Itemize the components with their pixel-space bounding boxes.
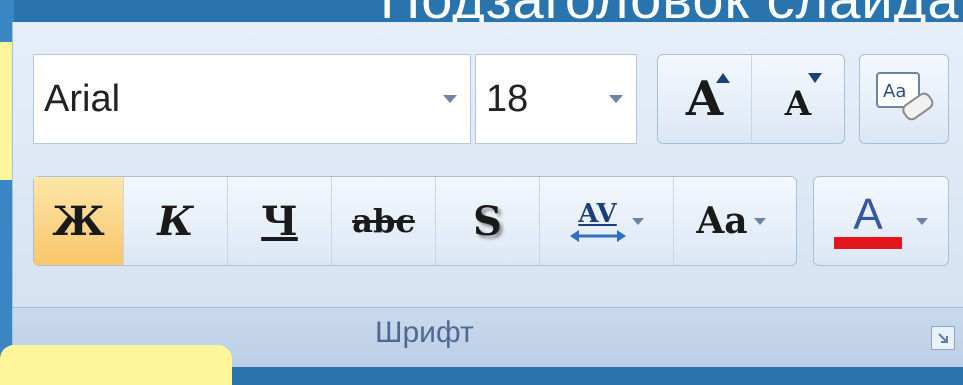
clear-format-group: Aa [859, 54, 949, 144]
font-name-value: Arial [44, 77, 121, 120]
spacing-glyph: AV [578, 199, 617, 229]
font-color-swatch [834, 237, 902, 249]
case-glyph: Aa [696, 200, 748, 242]
text-style-group: Ж К Ч abc S AV Aa [33, 176, 797, 266]
shrink-font-glyph: A [784, 84, 812, 124]
shadow-glyph: S [473, 197, 502, 245]
font-ribbon-group: Arial 18 A A Aa Ж К Ч abc S AV Aa A Шриф… [12, 22, 963, 367]
bold-glyph: Ж [52, 197, 105, 245]
character-spacing-button[interactable]: AV [540, 177, 674, 265]
font-color-icon: A [834, 193, 902, 249]
strikethrough-glyph: abc [352, 202, 415, 240]
case-dropdown-icon[interactable] [753, 217, 766, 225]
clear-format-glyph: Aa [883, 81, 906, 102]
spacing-dropdown-icon[interactable] [631, 217, 644, 225]
change-case-button[interactable]: Aa [674, 177, 788, 265]
strikethrough-button[interactable]: abc [332, 177, 436, 265]
shrink-font-button[interactable]: A [752, 55, 844, 143]
italic-button[interactable]: К [124, 177, 228, 265]
italic-glyph: К [157, 197, 194, 245]
double-arrow-icon [569, 230, 626, 242]
bold-button[interactable]: Ж [34, 177, 124, 265]
font-color-group: A [813, 176, 949, 266]
font-name-dropdown-icon[interactable] [430, 95, 470, 103]
font-color-glyph: A [853, 190, 883, 239]
font-size-combo[interactable]: 18 [475, 54, 637, 144]
font-size-step-group: A A [657, 54, 845, 144]
grow-font-button[interactable]: A [658, 55, 752, 143]
font-color-button[interactable]: A [814, 177, 948, 265]
font-size-value: 18 [486, 77, 529, 120]
underline-glyph: Ч [261, 197, 298, 245]
character-spacing-icon: AV [569, 199, 626, 243]
font-group-label: Шрифт [375, 316, 474, 349]
shrink-font-icon [808, 73, 822, 83]
launcher-arrow-icon [938, 333, 948, 343]
yellow-note-bottom [0, 345, 232, 385]
eraser-icon: Aa [876, 72, 934, 121]
font-color-dropdown-icon[interactable] [916, 217, 928, 225]
grow-font-icon [716, 73, 730, 83]
font-name-combo[interactable]: Arial [33, 54, 471, 144]
underline-button[interactable]: Ч [228, 177, 332, 265]
clear-format-button[interactable]: Aa [860, 55, 948, 143]
shadow-button[interactable]: S [436, 177, 540, 265]
font-size-dropdown-icon[interactable] [596, 95, 636, 103]
dialog-launcher-icon[interactable] [931, 326, 955, 350]
